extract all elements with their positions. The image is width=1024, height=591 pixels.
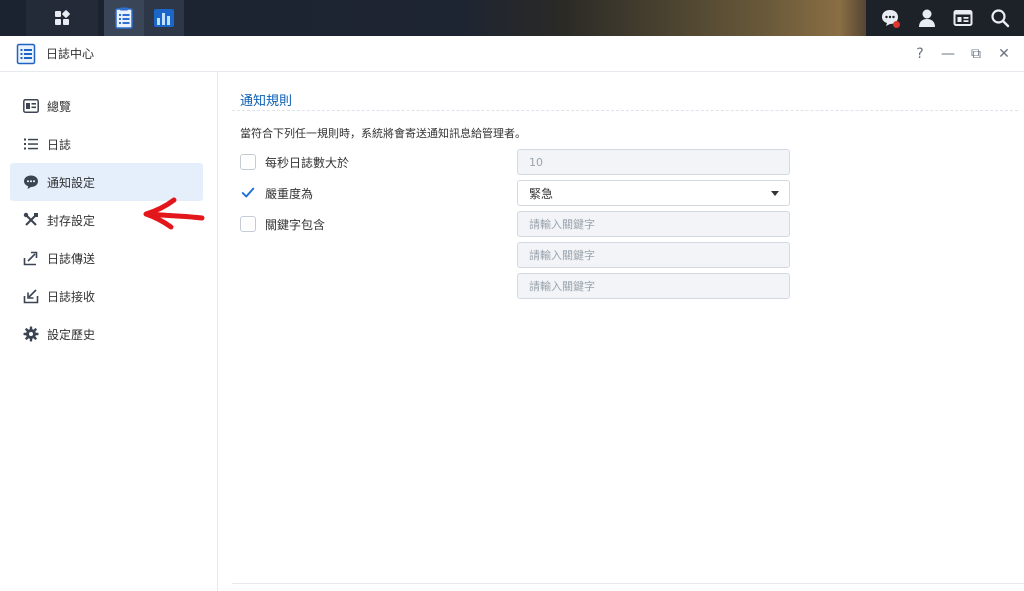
sidebar-item-log-sending[interactable]: 日誌傳送 xyxy=(10,239,203,277)
receive-icon xyxy=(22,287,40,305)
sidebar-item-settings-history[interactable]: 設定歷史 xyxy=(10,315,203,353)
checkmark-icon xyxy=(241,187,255,198)
sidebar-item-label: 日誌 xyxy=(47,137,72,152)
user-button[interactable] xyxy=(912,3,942,33)
sidebar-item-label: 日誌傳送 xyxy=(47,251,96,266)
sidebar-item-label: 日誌接收 xyxy=(47,289,96,304)
widgets-icon xyxy=(953,10,973,26)
main-panel: 通知規則 當符合下列任一規則時，系統將會寄送通知訊息給管理者。 每秒日誌數大於 … xyxy=(219,72,1024,591)
sidebar-item-log-receiving[interactable]: 日誌接收 xyxy=(10,277,203,315)
resource-monitor-icon xyxy=(154,9,174,27)
overview-icon xyxy=(22,97,40,115)
sidebar-item-archive-settings[interactable]: 封存設定 xyxy=(10,201,203,239)
taskbar-tray xyxy=(866,0,1024,36)
keyword-input-3[interactable]: 請輸入關鍵字 xyxy=(517,273,790,299)
rule-severity[interactable]: 嚴重度為 xyxy=(240,182,313,204)
sidebar-item-label: 封存設定 xyxy=(47,213,96,228)
severity-checkbox[interactable] xyxy=(240,185,256,201)
tools-icon xyxy=(22,211,40,229)
keyword-input-2[interactable]: 請輸入關鍵字 xyxy=(517,242,790,268)
gear-icon xyxy=(22,325,40,343)
rule-keyword[interactable]: 關鍵字包含 xyxy=(240,213,325,235)
sidebar-item-label: 設定歷史 xyxy=(47,327,96,342)
severity-select[interactable]: 緊急 xyxy=(517,180,790,206)
description-text: 當符合下列任一規則時，系統將會寄送通知訊息給管理者。 xyxy=(240,127,526,140)
minimize-button[interactable]: — xyxy=(934,40,962,68)
list-icon xyxy=(22,135,40,153)
sidebar-item-logs[interactable]: 日誌 xyxy=(10,125,203,163)
widgets-button[interactable] xyxy=(948,3,978,33)
send-icon xyxy=(22,249,40,267)
chat-bubble-icon xyxy=(22,173,40,191)
main-menu-button[interactable] xyxy=(26,0,98,36)
taskbar xyxy=(0,0,1024,36)
footer-divider xyxy=(232,583,1024,584)
keyword-input-1[interactable]: 請輸入關鍵字 xyxy=(517,211,790,237)
log-center-window: 日誌中心 ? — ⧉ ✕ 總覽 日誌 通知設定 封存設定 日誌傳送 日誌接收 設… xyxy=(0,36,1024,591)
logs-per-second-checkbox[interactable] xyxy=(240,154,256,170)
section-divider xyxy=(232,110,1018,111)
restore-button[interactable]: ⧉ xyxy=(962,40,990,68)
keyword-checkbox[interactable] xyxy=(240,216,256,232)
severity-select-value: 緊急 xyxy=(529,186,554,201)
window-controls: ? — ⧉ ✕ xyxy=(906,36,1018,72)
chevron-down-icon xyxy=(771,191,779,196)
sidebar-item-overview[interactable]: 總覽 xyxy=(10,87,203,125)
log-center-icon xyxy=(115,7,133,29)
sidebar-item-label: 總覽 xyxy=(47,99,72,114)
sidebar-item-label: 通知設定 xyxy=(47,175,96,190)
window-titlebar[interactable]: 日誌中心 ? — ⧉ ✕ xyxy=(0,36,1024,72)
section-title: 通知規則 xyxy=(240,94,293,109)
logs-per-second-input[interactable]: 10 xyxy=(517,149,790,175)
help-button[interactable]: ? xyxy=(906,40,934,68)
search-button[interactable] xyxy=(985,3,1015,33)
window-title: 日誌中心 xyxy=(46,47,95,61)
rule-label: 嚴重度為 xyxy=(265,186,314,201)
sidebar-item-notification-settings[interactable]: 通知設定 xyxy=(10,163,203,201)
taskbar-log-center[interactable] xyxy=(104,0,144,36)
log-center-app-icon xyxy=(16,43,36,64)
search-icon xyxy=(991,9,1009,28)
sidebar: 總覽 日誌 通知設定 封存設定 日誌傳送 日誌接收 設定歷史 xyxy=(0,72,218,591)
notifications-button[interactable] xyxy=(875,3,905,33)
close-button[interactable]: ✕ xyxy=(990,40,1018,68)
taskbar-resource-monitor[interactable] xyxy=(144,0,184,36)
rule-logs-per-second[interactable]: 每秒日誌數大於 xyxy=(240,151,349,173)
user-icon xyxy=(918,9,935,27)
rule-label: 每秒日誌數大於 xyxy=(265,155,350,170)
rule-label: 關鍵字包含 xyxy=(265,217,326,232)
apps-grid-icon xyxy=(55,10,70,25)
